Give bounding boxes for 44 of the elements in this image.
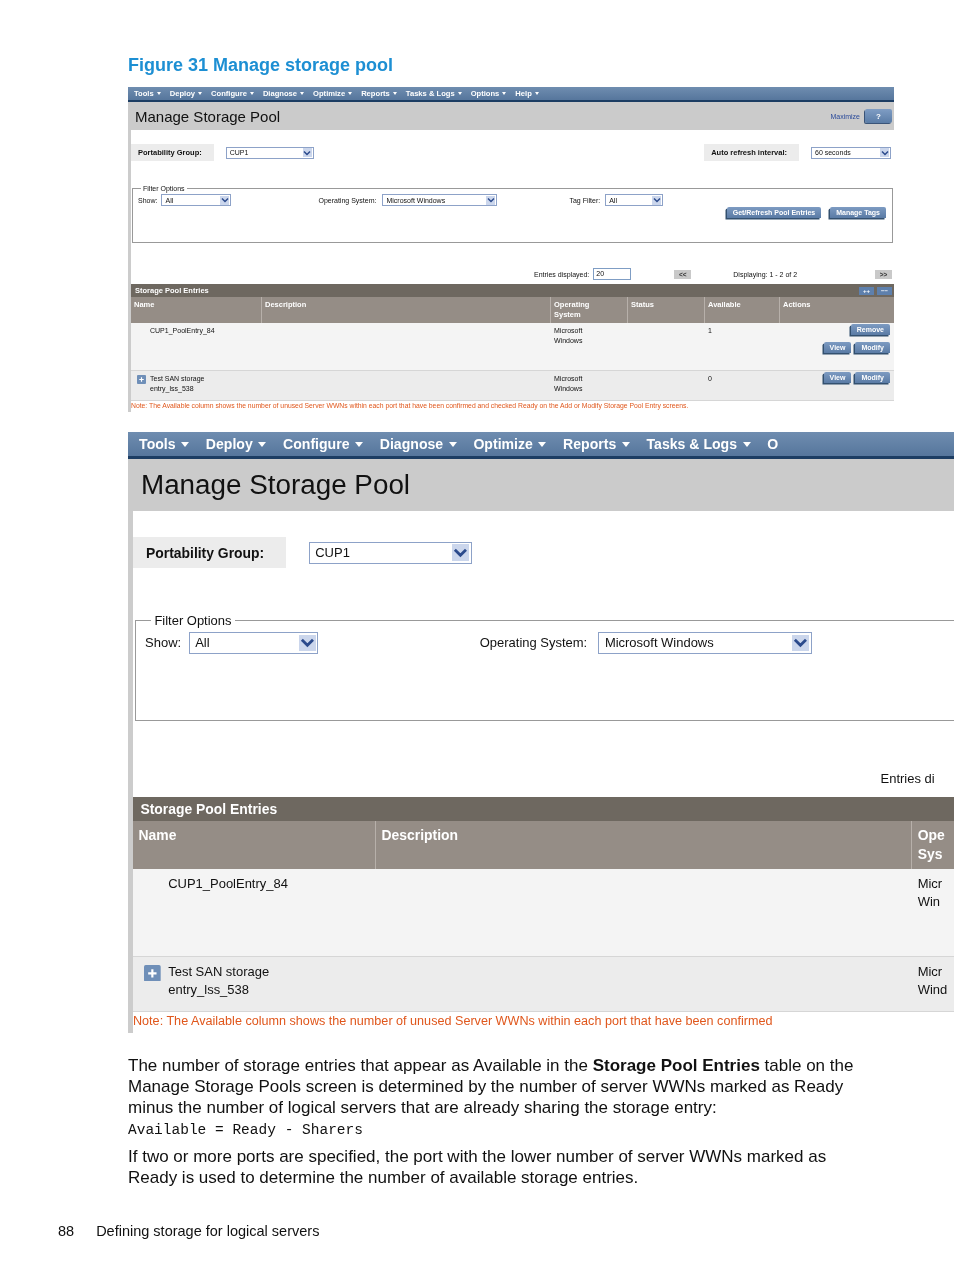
column-header: Ope Sys: [916, 826, 946, 864]
page-number: 88: [58, 1223, 75, 1239]
table-cell-text: Micr Win: [917, 874, 944, 912]
code-line: Available = Ready - Sharers: [128, 1122, 364, 1139]
group-legend: Filter Options: [150, 613, 236, 629]
field-label: Show:: [145, 635, 182, 651]
field-label: Portability Group:: [133, 537, 287, 569]
column-header: Description: [376, 820, 913, 869]
section-title: Defining storage for logical servers: [96, 1223, 320, 1239]
dropdown[interactable]: All: [188, 631, 319, 654]
menu-item[interactable]: Reports: [559, 436, 643, 453]
table-cell-text: CUP1_PoolEntry_84: [168, 874, 288, 893]
menu-item[interactable]: Deploy: [202, 436, 280, 453]
menu-item[interactable]: Tasks & Logs: [642, 436, 764, 453]
plus-box-icon[interactable]: [137, 375, 146, 384]
chevron-icon: [792, 634, 809, 652]
page-title: Manage Storage Pool: [135, 107, 281, 125]
page-title: Manage Storage Pool: [141, 469, 411, 502]
chevron-icon: [880, 148, 889, 157]
column-header: Name: [133, 820, 376, 869]
help-button[interactable]: ?: [865, 109, 892, 123]
field-label: Entries di: [880, 770, 935, 786]
note-text: Note: The Available column shows the number of unused Server WWNs within each port that have been confirmed: [133, 1012, 774, 1030]
paragraph: The number of storage entries that appear as Available in the Storage Pool Entries table on the Manage Storage Pools screen is determined by the number of server WWNs marked as Ready minus the number of logical servers that are already sharing the storage entry:: [128, 1055, 855, 1119]
plus-box-icon[interactable]: [144, 964, 161, 982]
chevron-icon: [298, 634, 316, 652]
table-title: Storage Pool Entries: [140, 800, 278, 817]
field-label: Operating System:: [479, 635, 588, 651]
chevron-icon: [652, 195, 662, 205]
paragraph: If two or more ports are specified, the port with the lower number of server WWNs marked as Ready is used to determine the number of available storage entries.: [128, 1146, 828, 1189]
chevron-icon: [452, 544, 470, 562]
menu-item[interactable]: Tools: [135, 436, 203, 453]
table-cell-text: Micr Wind: [917, 962, 949, 1000]
figure-caption: Figure 31 Manage storage pool: [128, 55, 395, 77]
dropdown[interactable]: Microsoft Windows: [598, 631, 812, 654]
menu-item[interactable]: Diagnose: [376, 436, 470, 453]
menu-item[interactable]: Optimize: [469, 436, 560, 453]
dropdown[interactable]: CUP1: [308, 541, 472, 564]
menu-item[interactable]: Configure: [279, 436, 377, 453]
table-cell: Test SAN storage entry_lss_538: [168, 962, 270, 1000]
menu-item[interactable]: O: [763, 436, 792, 453]
chevron-icon: [220, 195, 230, 205]
chevron-icon: [486, 195, 496, 205]
chevron-icon: [302, 148, 312, 157]
